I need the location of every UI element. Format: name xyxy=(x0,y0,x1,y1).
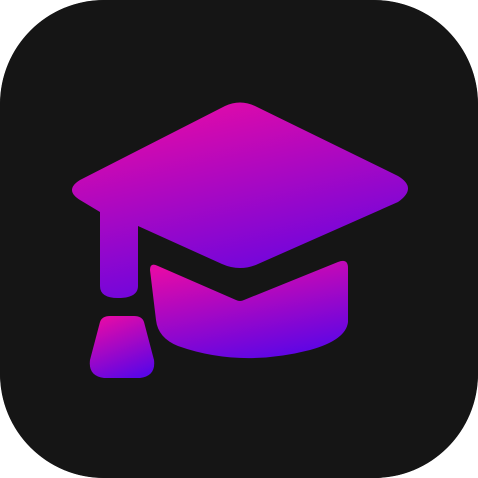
app-icon[interactable] xyxy=(0,0,478,478)
graduation-cap-icon xyxy=(0,0,478,478)
icon-canvas xyxy=(0,0,478,478)
tassel-shape xyxy=(89,316,155,378)
